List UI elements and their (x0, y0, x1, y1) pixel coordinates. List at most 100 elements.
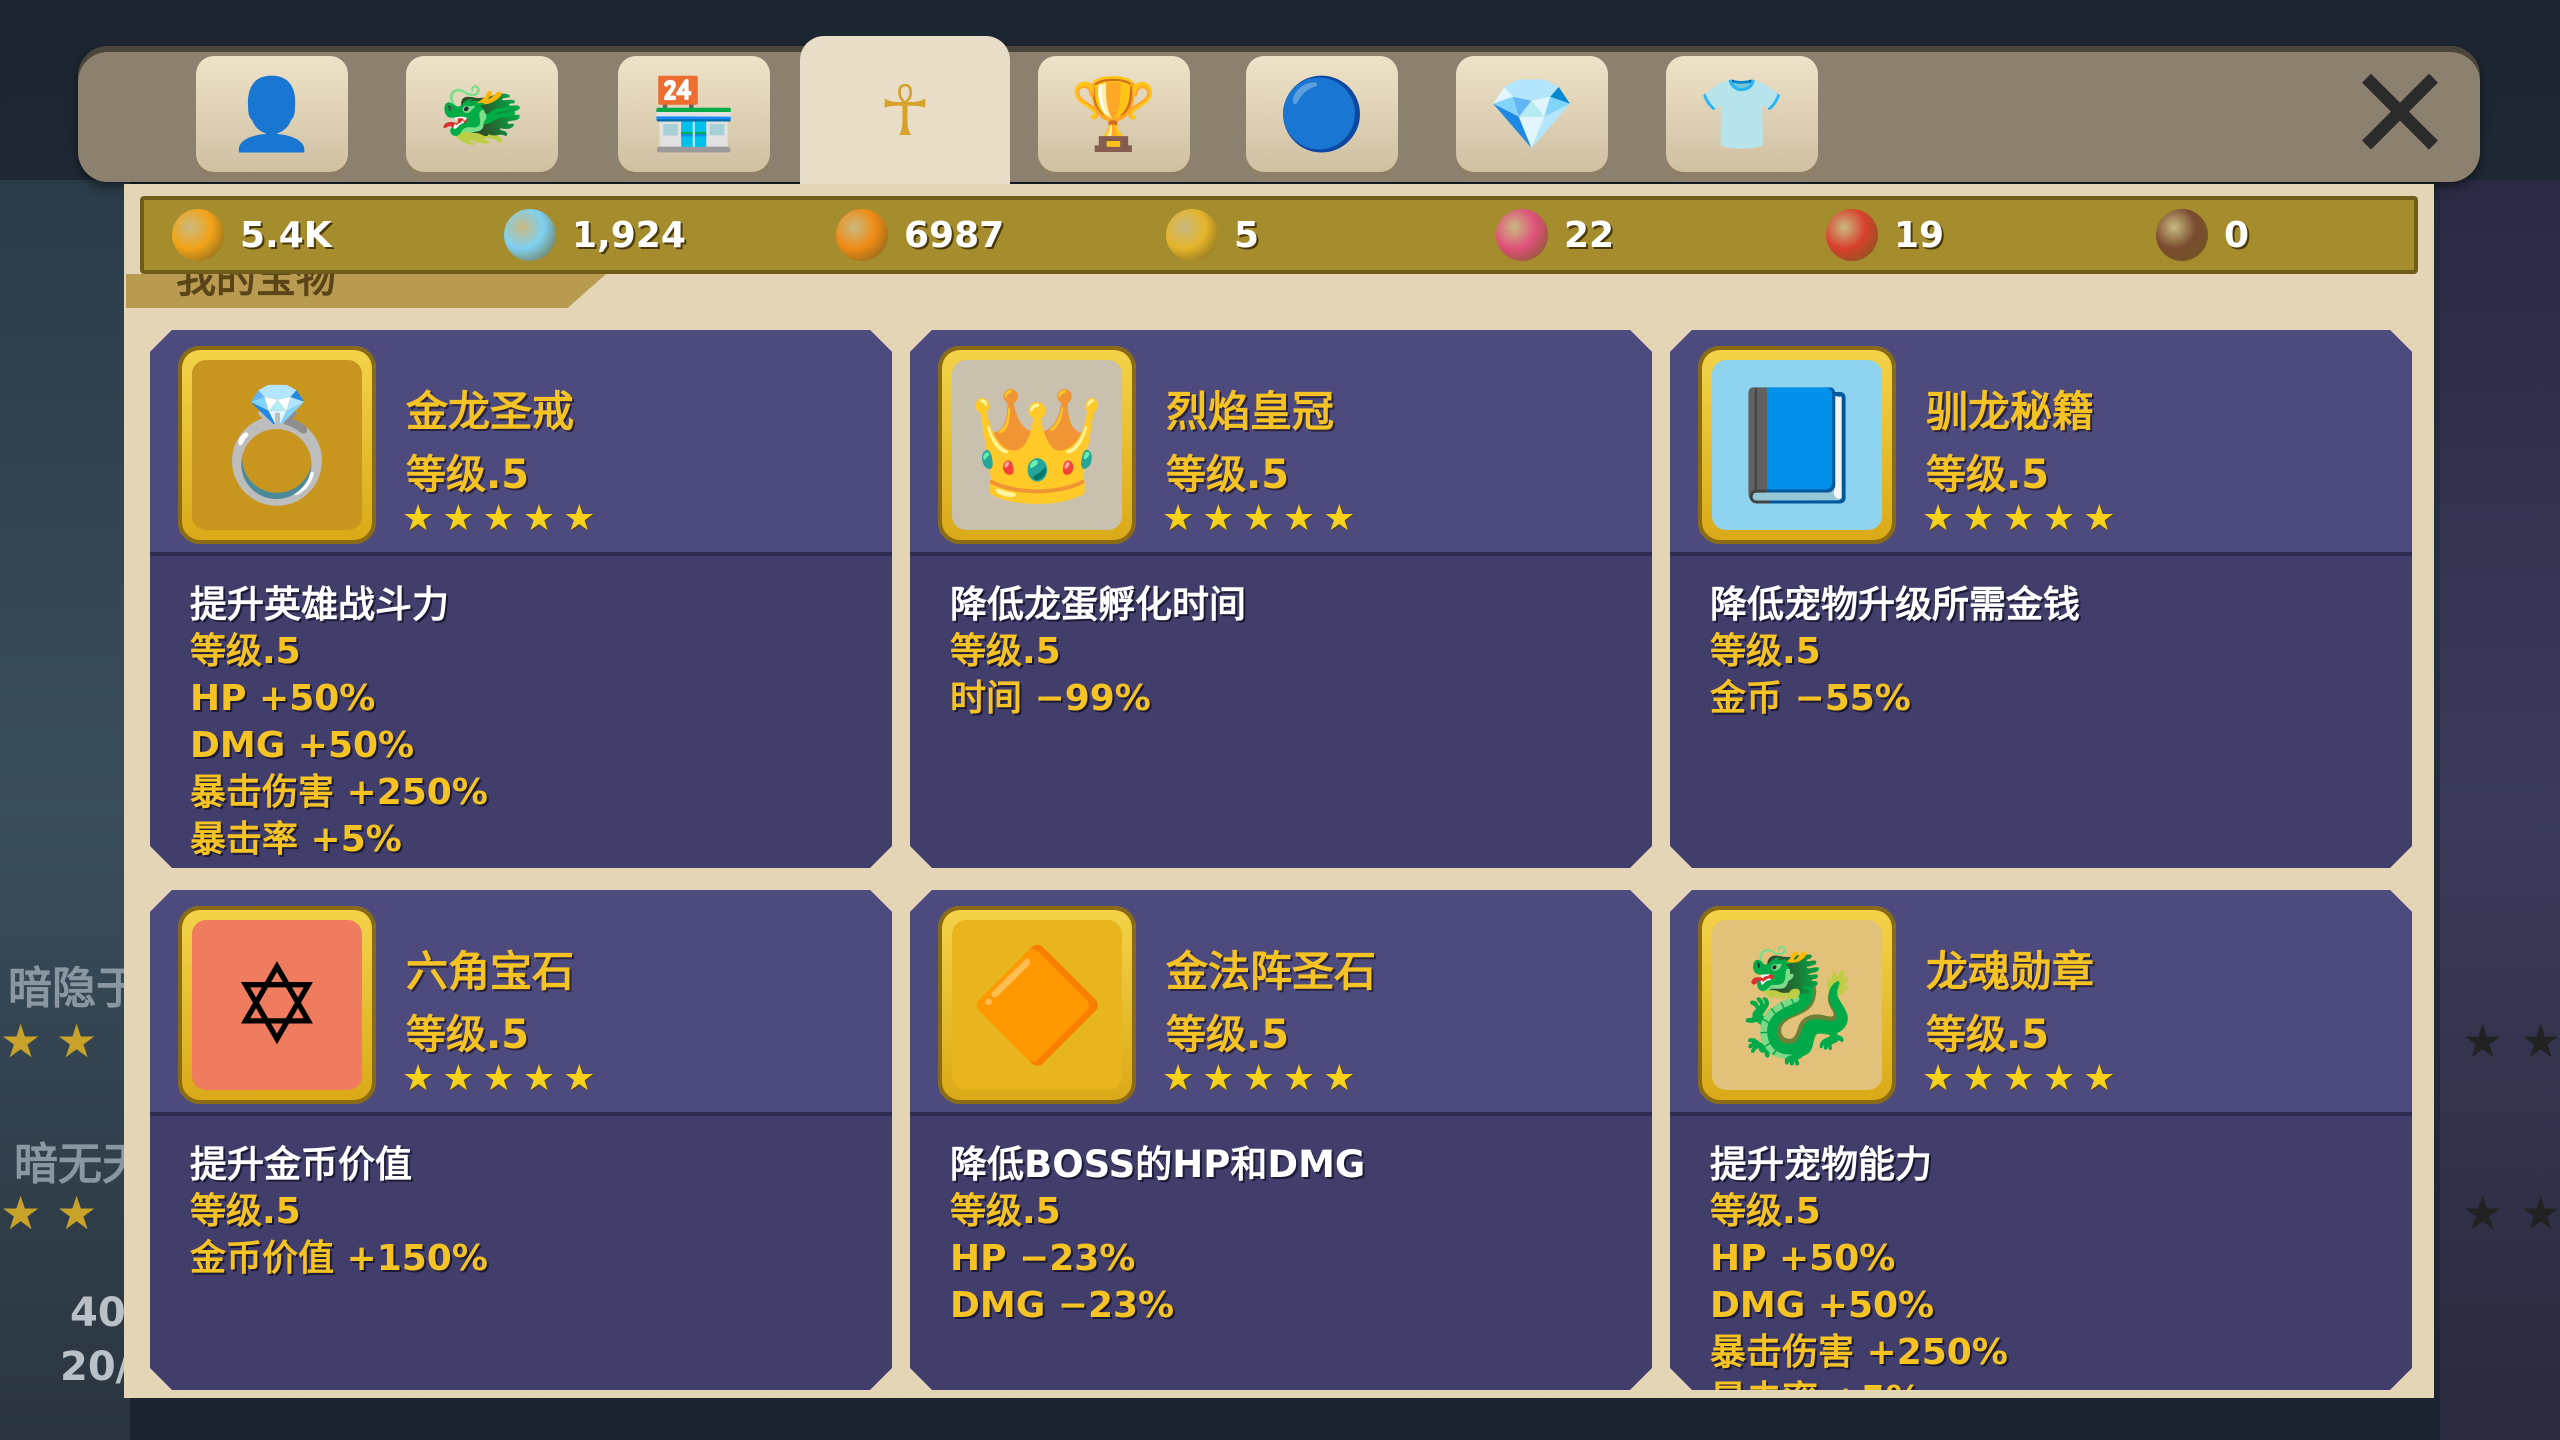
resource-value: 5.4K (240, 214, 332, 256)
treasure-card[interactable]: ✡ 六角宝石 等级.5 ★★★★★ 提升金币价值 等级.5 金币价值 +150% (150, 890, 892, 1390)
stat-line: DMG +50% (190, 725, 415, 766)
shop-icon: 🏪 (650, 72, 738, 155)
treasure-icon-frame: 💍 (178, 346, 376, 544)
background-left (0, 180, 130, 1440)
tab-hero[interactable]: 👤 (196, 56, 348, 172)
section-title: 我的宝物 (126, 274, 606, 308)
card-divider (150, 1112, 892, 1116)
side-star-icon: ★ (2462, 1186, 2504, 1240)
side-star-icon: ★ (0, 1014, 42, 1068)
treasure-level: 等级.5 (1926, 1012, 2050, 1058)
treasure-card[interactable]: 📘 驯龙秘籍 等级.5 ★★★★★ 降低宠物升级所需金钱 等级.5 金币 −55% (1670, 330, 2412, 868)
stat-line: 等级.5 (1710, 1191, 1821, 1232)
treasure-name: 金法阵圣石 (1166, 947, 1377, 996)
treasure-icon-frame: 📘 (1698, 346, 1896, 544)
side-star-icon: ★ (2520, 1014, 2560, 1068)
resource-counter: 1,924 (504, 200, 686, 270)
star-rating: ★★★★★ (402, 498, 604, 539)
resource-value: 0 (2224, 214, 2250, 256)
flame-crown-icon: 👑 (952, 360, 1122, 530)
tab-trophy[interactable]: 🏆 (1038, 56, 1190, 172)
resource-counter: 22 (1496, 200, 1614, 270)
stat-line: 暴击率 +5% (1710, 1379, 1922, 1420)
treasure-name: 驯龙秘籍 (1926, 387, 2095, 436)
gem-icon: 💎 (1488, 72, 1576, 155)
treasure-level: 等级.5 (406, 1012, 530, 1058)
trophy-icon: 🏆 (1070, 72, 1158, 155)
card-divider (1670, 552, 2412, 556)
resource-counter: 5 (1166, 200, 1259, 270)
treasure-icon-frame: 🐉 (1698, 906, 1896, 1104)
treasure-description: 提升金币价值 (190, 1143, 412, 1186)
treasure-level: 等级.5 (406, 452, 530, 498)
treasure-stats: 等级.5 HP −23% DMG −23% (950, 1188, 1174, 1329)
side-star-icon: ★ (2520, 1186, 2560, 1240)
dragon-book-icon: 📘 (1712, 360, 1882, 530)
close-button[interactable]: ✕ (2346, 49, 2455, 179)
stat-line: 暴击伤害 +250% (1710, 1332, 2008, 1373)
gold-coin-icon (172, 209, 224, 261)
side-star-icon: ★ (2462, 1014, 2504, 1068)
stat-line: 暴击率 +5% (190, 819, 402, 860)
treasure-icon-frame: 🔶 (938, 906, 1136, 1104)
yellow-egg-icon (1166, 209, 1218, 261)
tab-ankh[interactable]: ☥ (800, 36, 1010, 186)
treasure-card[interactable]: 🔶 金法阵圣石 等级.5 ★★★★★ 降低BOSS的HP和DMG 等级.5 HP −23% D… (910, 890, 1652, 1390)
brown-shirt-icon (2156, 209, 2208, 261)
stat-line: HP −23% (950, 1238, 1136, 1279)
stat-line: 金币 −55% (1710, 678, 1911, 719)
pink-egg-icon (1496, 209, 1548, 261)
tab-gem[interactable]: 💎 (1456, 56, 1608, 172)
diamond-icon (504, 209, 556, 261)
close-icon: ✕ (2345, 38, 2455, 190)
red-egg-icon (1826, 209, 1878, 261)
side-label: 暗隐于 (8, 963, 140, 1014)
dragon-ring-icon: 💍 (192, 360, 362, 530)
tab-dragon[interactable]: 🐲 (406, 56, 558, 172)
treasure-stats: 等级.5 HP +50% DMG +50% 暴击伤害 +250% 暴击率 +5% (190, 628, 488, 863)
treasure-card[interactable]: 💍 金龙圣戒 等级.5 ★★★★★ 提升英雄战斗力 等级.5 HP +50% DMG +50%… (150, 330, 892, 868)
treasure-level: 等级.5 (1166, 452, 1290, 498)
tab-shirt[interactable]: 👕 (1666, 56, 1818, 172)
star-rating: ★★★★★ (1162, 1058, 1364, 1099)
treasure-stats: 等级.5 金币 −55% (1710, 628, 1911, 722)
treasure-description: 降低龙蛋孵化时间 (950, 583, 1246, 626)
treasure-name: 金龙圣戒 (406, 387, 575, 436)
treasure-description: 降低宠物升级所需金钱 (1710, 583, 2080, 626)
treasure-description: 提升英雄战斗力 (190, 583, 449, 626)
side-star-icon: ★ (56, 1186, 98, 1240)
resource-value: 1,924 (572, 214, 686, 256)
treasure-card[interactable]: 👑 烈焰皇冠 等级.5 ★★★★★ 降低龙蛋孵化时间 等级.5 时间 −99% (910, 330, 1652, 868)
resource-value: 22 (1564, 214, 1615, 256)
side-star-icon: ★ (56, 1014, 98, 1068)
stat-line: 等级.5 (1710, 631, 1821, 672)
card-divider (910, 552, 1652, 556)
stat-line: 暴击伤害 +250% (190, 772, 488, 813)
treasure-level: 等级.5 (1926, 452, 2050, 498)
star-rating: ★★★★★ (402, 1058, 604, 1099)
resource-counter: 5.4K (172, 200, 332, 270)
side-number: 40 (70, 1290, 126, 1336)
stat-line: 时间 −99% (950, 678, 1151, 719)
treasure-stats: 等级.5 金币价值 +150% (190, 1188, 488, 1282)
treasure-name: 龙魂勋章 (1926, 947, 2095, 996)
orb-icon: 🔵 (1278, 72, 1366, 155)
stat-line: 等级.5 (950, 631, 1061, 672)
shirt-icon: 👕 (1698, 72, 1786, 155)
treasure-icon-frame: ✡ (178, 906, 376, 1104)
treasure-name: 烈焰皇冠 (1166, 387, 1335, 436)
treasure-level: 等级.5 (1166, 1012, 1290, 1058)
stat-line: HP +50% (1710, 1238, 1896, 1279)
card-divider (1670, 1112, 2412, 1116)
treasure-description: 提升宠物能力 (1710, 1143, 1932, 1186)
resource-counter: 19 (1826, 200, 1944, 270)
resource-value: 6987 (904, 214, 1005, 256)
star-rating: ★★★★★ (1922, 1058, 2124, 1099)
tab-orb[interactable]: 🔵 (1246, 56, 1398, 172)
stat-line: 金币价值 +150% (190, 1238, 488, 1279)
ankh-icon: ☥ (878, 70, 932, 152)
background-right (2440, 180, 2560, 1440)
tab-shop[interactable]: 🏪 (618, 56, 770, 172)
treasure-card[interactable]: 🐉 龙魂勋章 等级.5 ★★★★★ 提升宠物能力 等级.5 HP +50% DMG +50% 暴… (1670, 890, 2412, 1390)
dragon-icon: 🐲 (438, 72, 526, 155)
